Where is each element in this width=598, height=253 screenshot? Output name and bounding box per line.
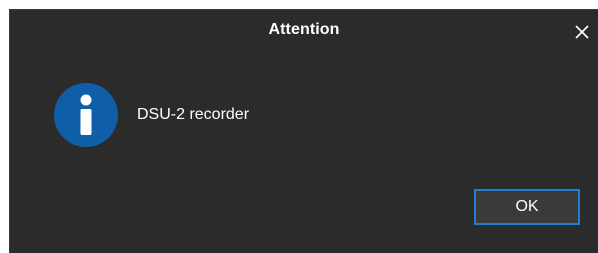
close-icon bbox=[575, 25, 589, 39]
ok-button-label: OK bbox=[515, 198, 539, 215]
info-icon bbox=[54, 83, 118, 147]
dialog-titlebar: Attention bbox=[10, 10, 598, 54]
attention-dialog: Attention DSU-2 recorder OK bbox=[9, 9, 598, 253]
close-button[interactable] bbox=[564, 14, 598, 50]
ok-button[interactable]: OK bbox=[474, 189, 580, 225]
dialog-message: DSU-2 recorder bbox=[137, 106, 250, 123]
dialog-title: Attention bbox=[268, 21, 340, 38]
